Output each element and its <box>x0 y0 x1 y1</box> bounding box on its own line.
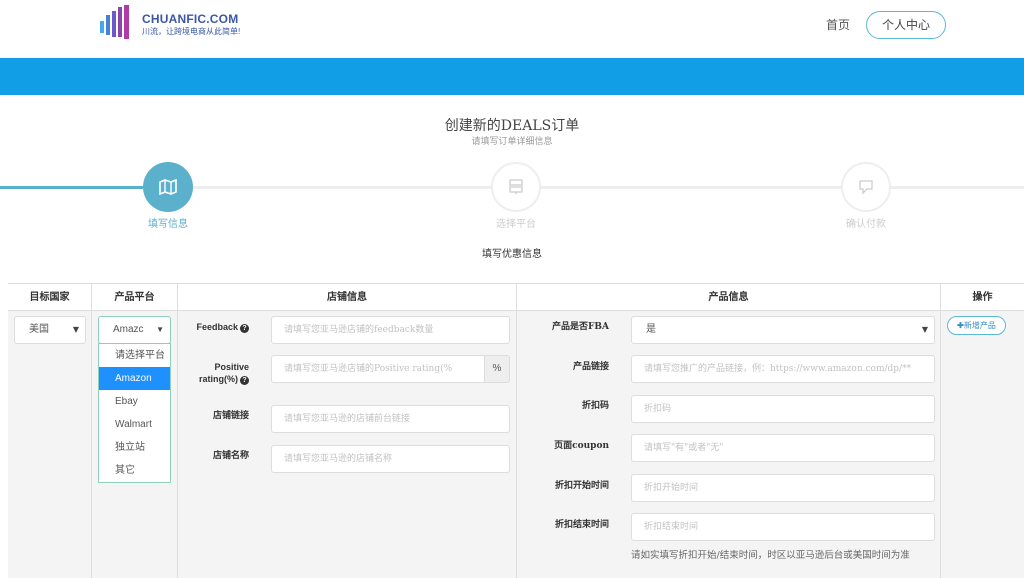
platform-option-selected[interactable]: Amazon <box>99 367 170 390</box>
help-icon[interactable]: ? <box>240 376 249 385</box>
page-subtitle: 请填写订单详细信息 <box>471 137 553 147</box>
country-select[interactable]: 美国 ▼ <box>14 316 86 344</box>
page-title: 创建新的DEALS订单 <box>444 118 580 134</box>
header-platform: 产品平台 <box>92 284 178 311</box>
plus-icon: ✚ <box>957 320 964 330</box>
blue-banner <box>0 58 1024 95</box>
coupon-label: 页面coupon <box>554 441 609 451</box>
product-link-input[interactable]: 请填写您推广的产品链接，例：https://www.amazon.com/dp/… <box>631 355 935 383</box>
platform-option[interactable]: Walmart <box>99 413 170 436</box>
discount-end-input[interactable]: 折扣结束时间 <box>631 513 935 541</box>
discount-start-label: 折扣开始时间 <box>554 481 609 491</box>
step-1-label: 填写信息 <box>148 219 188 230</box>
feedback-input[interactable]: 请填写您亚马逊店铺的feedback数量 <box>271 316 510 344</box>
platform-option[interactable]: 其它 <box>99 459 170 482</box>
logo-text: CHUANFIC.COM <box>142 12 239 26</box>
platform-select[interactable]: Amazc ▼ <box>98 316 171 344</box>
time-note: 请如实填写折扣开始/结束时间，时区以亚马逊后台或美国时间为准 <box>631 550 910 561</box>
platform-select-value: Amazc <box>113 324 144 335</box>
chat-icon <box>859 180 873 195</box>
country-column <box>8 311 92 578</box>
platform-option[interactable]: Ebay <box>99 390 170 413</box>
nav-home-link[interactable]: 首页 <box>826 16 850 33</box>
store-name-label: 店铺名称 <box>212 451 249 461</box>
discount-code-label: 折扣码 <box>581 401 609 411</box>
platform-option[interactable]: 请选择平台 <box>99 344 170 367</box>
table-header: 目标国家 产品平台 店铺信息 产品信息 操作 <box>8 284 1024 311</box>
discount-code-input[interactable]: 折扣码 <box>631 395 935 423</box>
map-icon <box>159 179 177 195</box>
chevron-down-icon: ▼ <box>156 325 164 334</box>
store-link-label: 店铺链接 <box>212 411 249 421</box>
store-link-input[interactable]: 请填写您亚马逊的店铺前台链接 <box>271 405 510 433</box>
chevron-down-icon: ▼ <box>72 325 79 334</box>
positive-rating-input[interactable]: 请填写您亚马逊店铺的Positive rating(% <box>271 355 485 383</box>
stepper-progress-line <box>0 186 143 189</box>
positive-rating-label: Positive rating(%)? <box>199 362 249 385</box>
product-link-label: 产品链接 <box>572 362 609 372</box>
step-1-circle[interactable] <box>143 162 193 212</box>
help-icon[interactable]: ? <box>240 324 249 333</box>
step-3-label: 确认付款 <box>846 219 886 230</box>
server-icon <box>509 179 523 194</box>
logo-bars-icon <box>100 5 129 39</box>
header-actions: 操作 <box>972 292 993 303</box>
header-country: 目标国家 <box>8 284 92 311</box>
step-2-label: 选择平台 <box>496 219 536 230</box>
step-2-circle[interactable] <box>491 162 541 212</box>
coupon-input[interactable]: 请填写"有"或者"无" <box>631 434 935 462</box>
site-logo[interactable]: CHUANFIC.COM 川流，让跨境电商从此简单! <box>99 5 241 43</box>
user-center-button[interactable]: 个人中心 <box>866 11 946 39</box>
section-title: 填写优惠信息 <box>482 249 542 260</box>
stepper-track-line <box>193 186 1024 189</box>
discount-end-label: 折扣结束时间 <box>554 520 609 530</box>
header-store: 店铺信息 <box>178 284 517 311</box>
step-3-circle[interactable] <box>841 162 891 212</box>
percent-addon: % <box>484 355 510 383</box>
fba-select-value: 是 <box>646 324 656 335</box>
discount-start-input[interactable]: 折扣开始时间 <box>631 474 935 502</box>
platform-option[interactable]: 独立站 <box>99 436 170 459</box>
add-product-button[interactable]: ✚新增产品 <box>947 316 1006 335</box>
logo-slogan: 川流，让跨境电商从此简单! <box>142 27 241 36</box>
fba-label: 产品是否FBA <box>552 322 609 332</box>
fba-select[interactable]: 是 ▼ <box>631 316 935 344</box>
feedback-label: Feedback? <box>185 321 249 333</box>
platform-dropdown: 请选择平台 Amazon Ebay Walmart 独立站 其它 <box>98 343 171 483</box>
site-header: CHUANFIC.COM 川流，让跨境电商从此简单! 首页 个人中心 <box>0 0 1024 58</box>
chevron-down-icon: ▼ <box>921 325 928 334</box>
header-product: 产品信息 <box>517 284 941 311</box>
store-name-input[interactable]: 请填写您亚马逊的店铺名称 <box>271 445 510 473</box>
country-select-value: 美国 <box>29 324 49 335</box>
